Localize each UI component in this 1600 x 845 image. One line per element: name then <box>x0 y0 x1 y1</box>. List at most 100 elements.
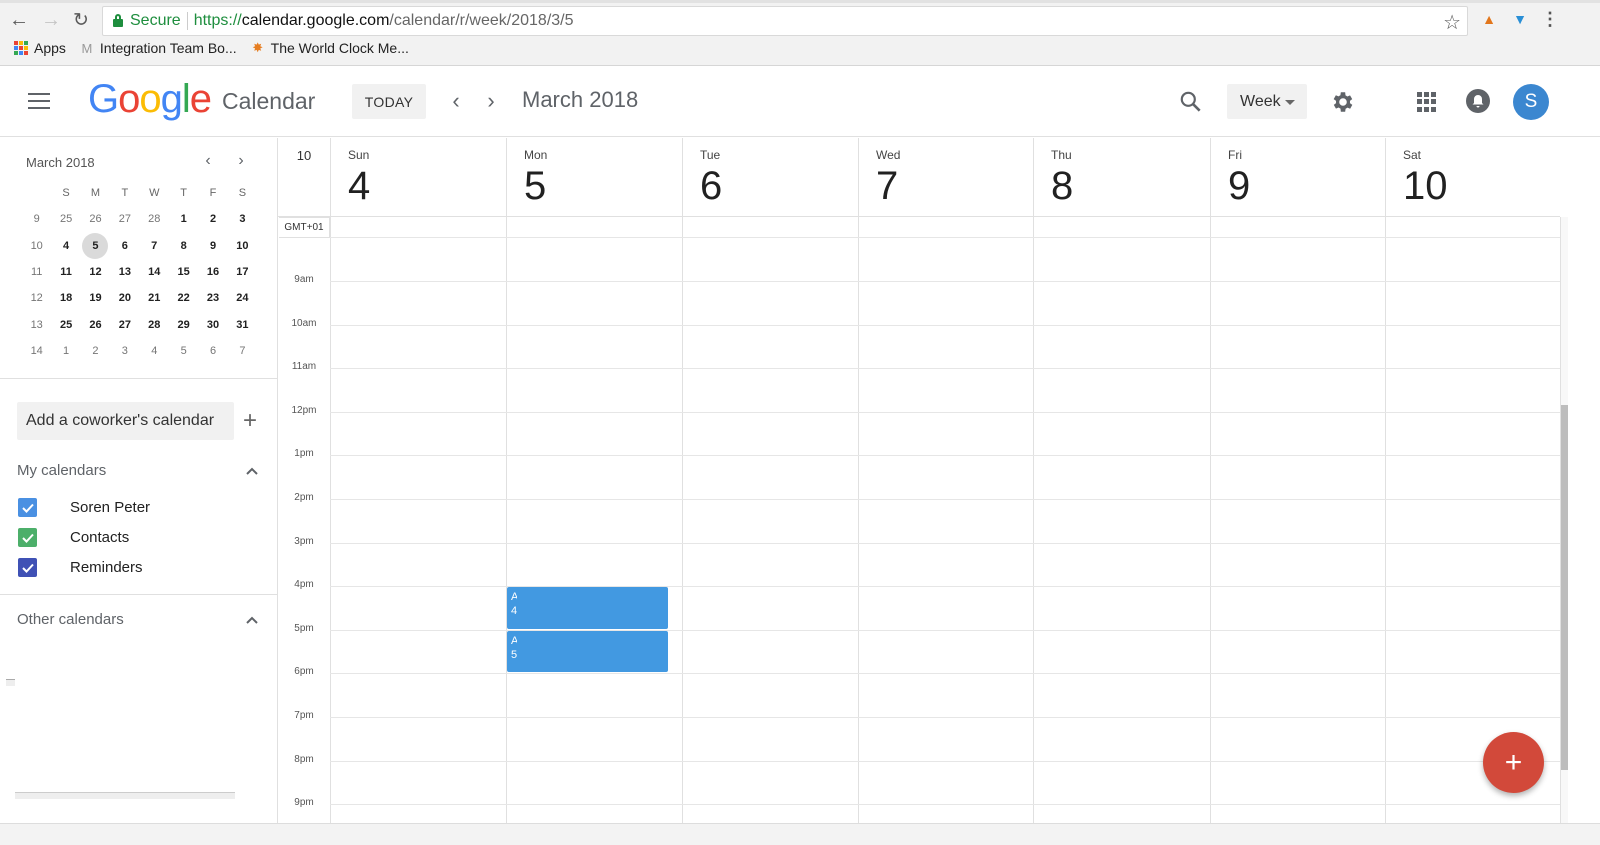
mini-calendar-day[interactable]: 3 <box>110 345 139 357</box>
mini-calendar-day[interactable]: 26 <box>81 319 110 331</box>
metamask-fox-icon[interactable]: ▲ <box>1480 10 1498 28</box>
back-button[interactable]: ← <box>8 9 30 31</box>
mini-calendar-day[interactable]: 7 <box>228 345 257 357</box>
settings-gear-icon[interactable] <box>1330 89 1356 115</box>
collapsed-panel-handle[interactable] <box>6 679 15 686</box>
mini-calendar-day[interactable]: 2 <box>81 345 110 357</box>
previous-week-button[interactable]: ‹ <box>444 87 468 115</box>
bookmark-world-clock[interactable]: ✸ The World Clock Me... <box>251 40 409 56</box>
day-date[interactable]: 6 <box>700 164 722 209</box>
day-date[interactable]: 10 <box>1403 164 1448 209</box>
google-logo[interactable]: Google <box>88 77 212 122</box>
mini-calendar-day[interactable]: 28 <box>140 213 169 225</box>
checkbox-checked-icon[interactable] <box>18 558 37 577</box>
day-header-sun[interactable]: Sun 4 <box>330 138 506 217</box>
mini-calendar-day[interactable]: 6 <box>198 345 227 357</box>
mini-calendar-day[interactable]: 12 <box>81 266 110 278</box>
mini-calendar-day[interactable]: 16 <box>198 266 227 278</box>
mini-calendar-week-number[interactable]: 11 <box>22 266 51 278</box>
forward-button[interactable]: → <box>40 9 62 31</box>
day-header-mon[interactable]: Mon 5 <box>506 138 682 217</box>
mini-calendar-day[interactable]: 31 <box>228 319 257 331</box>
day-date[interactable]: 7 <box>876 164 898 209</box>
mini-calendar-week-number[interactable]: 12 <box>22 292 51 304</box>
search-icon[interactable] <box>1178 89 1204 115</box>
mini-calendar-day[interactable]: 26 <box>81 213 110 225</box>
day-header-fri[interactable]: Fri 9 <box>1210 138 1385 217</box>
mini-calendar-day[interactable]: 24 <box>228 292 257 304</box>
day-date[interactable]: 5 <box>524 164 546 209</box>
grid-vertical-scrollbar[interactable] <box>1560 217 1568 823</box>
sidebar-horizontal-scrollbar[interactable] <box>15 792 235 799</box>
mini-calendar-day[interactable]: 5 <box>169 345 198 357</box>
calendar-item-reminders[interactable]: Reminders <box>18 558 143 577</box>
day-header-tue[interactable]: Tue 6 <box>682 138 858 217</box>
my-calendars-header[interactable]: My calendars <box>17 462 106 479</box>
bookmark-apps[interactable]: Apps <box>14 40 66 56</box>
browser-menu-icon[interactable]: ⋮ <box>1541 9 1559 29</box>
mini-calendar-day[interactable]: 30 <box>198 319 227 331</box>
add-coworker-calendar-input[interactable]: Add a coworker's calendar <box>17 402 234 440</box>
mini-calendar-day[interactable]: 27 <box>110 319 139 331</box>
mini-calendar-day[interactable]: 9 <box>198 240 227 252</box>
checkbox-checked-icon[interactable] <box>18 498 37 517</box>
day-header-sat[interactable]: Sat 10 <box>1385 138 1560 217</box>
calendar-event[interactable]: A5 <box>507 630 668 673</box>
mini-calendar-day[interactable]: 1 <box>169 213 198 225</box>
mini-calendar-day[interactable]: 13 <box>110 266 139 278</box>
day-header-thu[interactable]: Thu 8 <box>1033 138 1210 217</box>
scrollbar-thumb[interactable] <box>1560 405 1568 770</box>
mini-calendar-day[interactable]: 11 <box>51 266 80 278</box>
calendar-item-soren-peter[interactable]: Soren Peter <box>18 498 150 517</box>
mini-calendar-week-number[interactable]: 13 <box>22 319 51 331</box>
mini-calendar-day[interactable]: 29 <box>169 319 198 331</box>
mini-calendar-day[interactable]: 6 <box>110 240 139 252</box>
mini-calendar-day[interactable]: 19 <box>81 292 110 304</box>
other-calendars-header[interactable]: Other calendars <box>17 611 124 628</box>
mini-calendar-day[interactable]: 25 <box>51 319 80 331</box>
chevron-up-icon[interactable] <box>245 466 259 476</box>
create-event-button[interactable]: + <box>1483 732 1544 793</box>
mini-calendar-day[interactable]: 4 <box>51 240 80 252</box>
mini-calendar-day[interactable]: 27 <box>110 213 139 225</box>
mini-calendar-day[interactable]: 17 <box>228 266 257 278</box>
day-date[interactable]: 8 <box>1051 164 1073 209</box>
address-bar[interactable]: Secure https://calendar.google.com/calen… <box>102 6 1468 36</box>
mini-calendar-day[interactable]: 28 <box>140 319 169 331</box>
mini-calendar-day[interactable]: 14 <box>140 266 169 278</box>
checkbox-checked-icon[interactable] <box>18 528 37 547</box>
mini-calendar-day[interactable]: 1 <box>51 345 80 357</box>
mini-calendar-day[interactable]: 18 <box>51 292 80 304</box>
mini-calendar-week-number[interactable]: 9 <box>22 213 51 225</box>
blue-diamond-extension-icon[interactable]: ▼ <box>1511 10 1529 28</box>
chevron-up-icon[interactable] <box>245 615 259 625</box>
next-week-button[interactable]: › <box>479 87 503 115</box>
day-header-wed[interactable]: Wed 7 <box>858 138 1033 217</box>
mini-calendar-day[interactable]: 23 <box>198 292 227 304</box>
mini-calendar-day[interactable]: 2 <box>198 213 227 225</box>
view-selector[interactable]: Week <box>1227 84 1307 119</box>
day-date[interactable]: 9 <box>1228 164 1250 209</box>
mini-calendar-week-number[interactable]: 14 <box>22 345 51 357</box>
mini-calendar-day[interactable]: 8 <box>169 240 198 252</box>
mini-calendar-day[interactable]: 7 <box>140 240 169 252</box>
reload-button[interactable]: ↻ <box>70 9 92 31</box>
mini-calendar-week-number[interactable]: 10 <box>22 240 51 252</box>
google-apps-icon[interactable] <box>1417 92 1437 112</box>
bookmark-integration-team[interactable]: M Integration Team Bo... <box>80 40 237 56</box>
day-date[interactable]: 4 <box>348 164 370 209</box>
today-button[interactable]: TODAY <box>352 84 426 119</box>
mini-calendar-day[interactable]: 22 <box>169 292 198 304</box>
account-avatar[interactable]: S <box>1513 84 1549 120</box>
notifications-bell-icon[interactable] <box>1466 89 1490 113</box>
mini-calendar-prev-button[interactable]: ‹ <box>198 152 218 170</box>
mini-calendar-day[interactable]: 15 <box>169 266 198 278</box>
mini-calendar-day[interactable]: 20 <box>110 292 139 304</box>
main-menu-button[interactable] <box>28 93 50 109</box>
calendar-event[interactable]: A4 <box>507 587 668 629</box>
mini-calendar-next-button[interactable]: › <box>231 152 251 170</box>
calendar-item-contacts[interactable]: Contacts <box>18 528 129 547</box>
bookmark-star-icon[interactable]: ☆ <box>1443 10 1461 35</box>
mini-calendar-day[interactable]: 25 <box>51 213 80 225</box>
mini-calendar-day[interactable]: 10 <box>228 240 257 252</box>
